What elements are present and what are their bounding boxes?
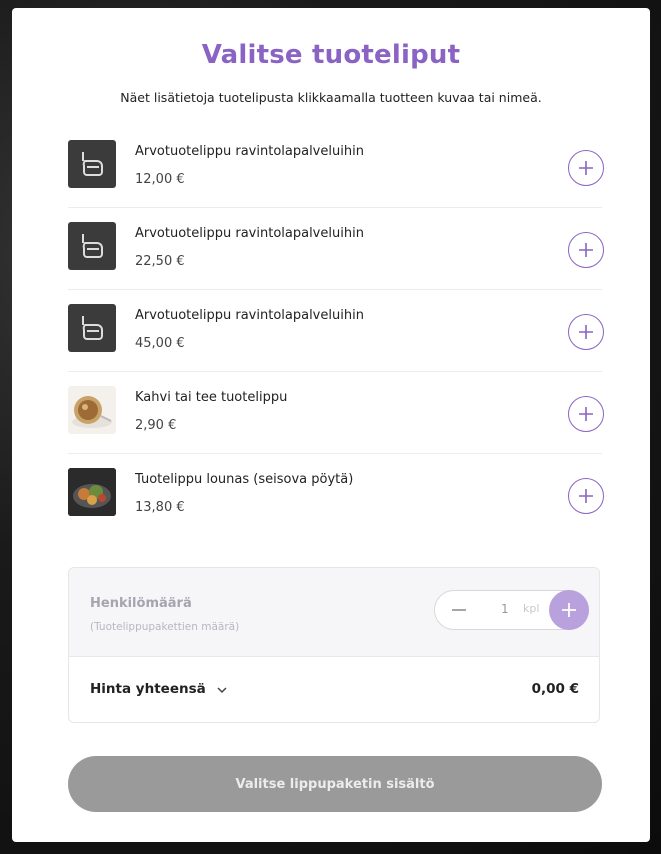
plus-icon <box>579 325 593 339</box>
product-price: 22,50 € <box>135 254 185 269</box>
product-row[interactable]: Arvotuotelippu ravintolapalveluihin 45,0… <box>68 290 604 372</box>
plus-icon <box>579 407 593 421</box>
minus-icon <box>452 609 466 611</box>
product-name[interactable]: Kahvi tai tee tuotelippu <box>135 390 287 405</box>
bag-icon[interactable] <box>68 140 116 188</box>
product-name[interactable]: Arvotuotelippu ravintolapalveluihin <box>135 226 364 241</box>
product-name[interactable]: Arvotuotelippu ravintolapalveluihin <box>135 308 364 323</box>
total-row[interactable]: Hinta yhteensä 0,00 € <box>69 657 599 722</box>
quantity-value[interactable]: 1 <box>501 602 509 616</box>
add-product-button[interactable] <box>568 396 604 432</box>
product-price: 45,00 € <box>135 336 185 351</box>
modal-subtitle: Näet lisätietoja tuotelipusta klikkaamal… <box>120 90 542 105</box>
product-price: 12,00 € <box>135 172 185 187</box>
product-name[interactable]: Arvotuotelippu ravintolapalveluihin <box>135 144 364 159</box>
add-product-button[interactable] <box>568 232 604 268</box>
product-row[interactable]: Kahvi tai tee tuotelippu 2,90 € <box>68 372 604 454</box>
total-label[interactable]: Hinta yhteensä <box>90 681 206 697</box>
plus-icon <box>579 489 593 503</box>
product-row[interactable]: Arvotuotelippu ravintolapalveluihin 22,5… <box>68 208 604 290</box>
add-product-button[interactable] <box>568 314 604 350</box>
person-count-sublabel: (Tuotelippupakettien määrä) <box>90 621 240 633</box>
add-product-button[interactable] <box>568 150 604 186</box>
add-product-button[interactable] <box>568 478 604 514</box>
product-row[interactable]: Tuotelippu lounas (seisova pöytä) 13,80 … <box>68 454 604 535</box>
bag-icon[interactable] <box>68 304 116 352</box>
modal-title: Valitse tuoteliput <box>201 40 461 70</box>
person-count-label: Henkilömäärä <box>90 596 192 611</box>
chevron-down-icon[interactable] <box>216 681 228 700</box>
total-value: 0,00 € <box>531 681 579 697</box>
product-list: Arvotuotelippu ravintolapalveluihin 12,0… <box>68 126 604 535</box>
lunch-photo[interactable] <box>68 468 116 516</box>
decrement-button[interactable] <box>443 594 475 626</box>
person-count-section: Henkilömäärä (Tuotelippupakettien määrä)… <box>69 568 599 657</box>
quantity-stepper[interactable]: 1 kpl <box>434 590 589 630</box>
product-price: 13,80 € <box>135 500 185 515</box>
bag-icon[interactable] <box>68 222 116 270</box>
product-ticket-modal: Valitse tuoteliput Näet lisätietoja tuot… <box>12 8 650 842</box>
plus-icon <box>579 243 593 257</box>
increment-button[interactable] <box>549 590 589 630</box>
plus-icon <box>562 603 576 617</box>
order-summary: Henkilömäärä (Tuotelippupakettien määrä)… <box>68 567 600 723</box>
quantity-unit: kpl <box>523 602 540 615</box>
select-package-content-button[interactable]: Valitse lippupaketin sisältö <box>68 756 602 812</box>
product-price: 2,90 € <box>135 418 177 433</box>
product-name[interactable]: Tuotelippu lounas (seisova pöytä) <box>135 472 353 487</box>
coffee-photo[interactable] <box>68 386 116 434</box>
plus-icon <box>579 161 593 175</box>
product-row[interactable]: Arvotuotelippu ravintolapalveluihin 12,0… <box>68 126 604 208</box>
